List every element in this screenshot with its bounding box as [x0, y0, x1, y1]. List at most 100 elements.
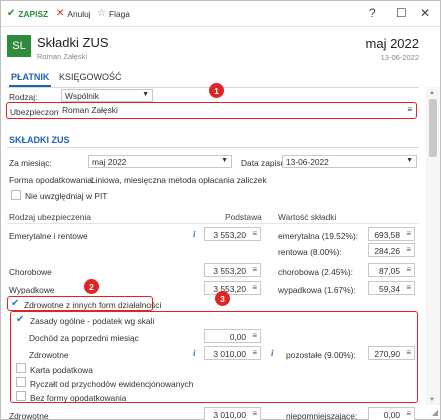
record-date-select[interactable]: 13-06-2022 ▼ — [282, 155, 417, 168]
list-icon: ≡ — [406, 229, 411, 238]
pension-label: Emerytalne i rentowe — [9, 231, 88, 241]
toolbar: ✔ ZAPISZ ✕ Anuluj ☆ Flaga ? ☐ ✕ — [1, 1, 440, 27]
prev-income-input[interactable]: 0,00 ≡ — [204, 329, 261, 343]
wypadkowa-label: wypadkowa (1.67%): — [278, 285, 356, 295]
tab-platnik[interactable]: PŁATNIK — [11, 72, 49, 82]
section-title: SKŁADKI ZUS — [9, 135, 70, 145]
prev-income-value: 0,00 — [229, 332, 246, 342]
header-month: maj 2022 — [365, 36, 419, 51]
other-contribution-label: pozostałe (9.00%): — [286, 350, 356, 360]
health-label: Zdrowotne — [29, 350, 69, 360]
page-subtitle: Roman Załęski — [37, 52, 88, 61]
resize-grip-icon[interactable]: ◢ — [432, 408, 438, 417]
list-icon: ≡ — [406, 409, 411, 418]
type-label: Rodzaj: — [9, 92, 38, 102]
tax-card-label: Karta podatkowa — [30, 365, 93, 375]
annotation-2: 2 — [84, 279, 99, 294]
bottom-health-label: Zdrowotne — [9, 411, 49, 420]
column-contribution: Wartość składki — [278, 212, 337, 222]
header-date: 13-06-2022 — [380, 53, 419, 62]
info-icon[interactable]: i — [193, 229, 196, 239]
info-icon[interactable]: i — [193, 348, 196, 358]
accident-base-input[interactable]: 3 553,20 ≡ — [204, 281, 261, 295]
close-button[interactable]: ✕ — [420, 6, 430, 20]
health-base-input[interactable]: 3 010,00 ≡ — [204, 346, 261, 360]
month-value: maj 2022 — [92, 157, 127, 167]
chevron-down-icon: ▼ — [406, 157, 413, 164]
wypadkowa-input[interactable]: 59,34 ≡ — [368, 281, 415, 295]
non-reducing-value: 0,00 — [383, 410, 400, 420]
emerytalna-value: 693,58 — [374, 230, 400, 240]
sickness-base-value: 3 553,20 — [213, 266, 246, 276]
save-label: ZAPISZ — [18, 9, 49, 19]
pension-base-value: 3 553,20 — [213, 230, 246, 240]
tax-card-checkbox[interactable] — [16, 363, 26, 373]
no-tax-form-label: Bez formy opodatkowania — [30, 393, 127, 403]
general-rules-checkbox[interactable]: ✔ — [16, 315, 26, 325]
list-icon: ≡ — [252, 229, 257, 238]
section-divider — [7, 147, 419, 148]
bottom-health-base-value: 3 010,00 — [213, 410, 246, 420]
list-icon: ≡ — [406, 348, 411, 357]
exclude-pit-checkbox[interactable] — [11, 190, 21, 200]
lump-sum-checkbox[interactable] — [16, 377, 26, 387]
list-icon: ≡ — [252, 409, 257, 418]
header-divider — [7, 223, 419, 224]
list-icon: ≡ — [406, 245, 411, 254]
check-icon: ✔ — [7, 8, 16, 19]
annotation-1: 1 — [209, 83, 224, 98]
chevron-down-icon: ▼ — [221, 157, 228, 164]
pension-base-input[interactable]: 3 553,20 ≡ — [204, 227, 261, 241]
tax-form-label: Forma opodatkowania: — [9, 175, 95, 185]
chevron-down-icon: ▼ — [142, 91, 149, 98]
flag-button[interactable]: ☆ Flaga — [97, 8, 130, 20]
flag-label: Flaga — [108, 9, 130, 19]
rentowa-input[interactable]: 284,26 ≡ — [368, 243, 415, 257]
list-icon: ≡ — [406, 283, 411, 292]
health-base-value: 3 010,00 — [213, 349, 246, 359]
sickness-base-input[interactable]: 3 553,20 ≡ — [204, 263, 261, 277]
rentowa-label: rentowa (8.00%): — [278, 247, 342, 257]
emerytalna-input[interactable]: 693,58 ≡ — [368, 227, 415, 241]
page-title: Składki ZUS — [37, 35, 109, 50]
health-other-checkbox[interactable]: ✔ — [11, 299, 21, 309]
list-icon: ≡ — [252, 265, 257, 274]
annotation-3: 3 — [215, 291, 230, 306]
maximize-button[interactable]: ☐ — [396, 6, 407, 20]
document-badge: SL — [7, 35, 31, 57]
wypadkowa-value: 59,34 — [379, 284, 400, 294]
exclude-pit-label: Nie uwzględniaj w PIT — [25, 191, 108, 201]
type-select[interactable]: Wspólnik ▼ — [61, 89, 153, 102]
chorobowa-input[interactable]: 87,05 ≡ — [368, 263, 415, 277]
accident-label: Wypadkowe — [9, 285, 55, 295]
other-contribution-input[interactable]: 270,90 ≡ — [368, 346, 415, 360]
highlight-insured — [6, 102, 417, 119]
non-reducing-input[interactable]: 0,00 ≡ — [368, 407, 415, 420]
column-insurance-type: Rodzaj ubezpieczenia — [9, 212, 91, 222]
column-base: Podstawa — [225, 212, 262, 222]
no-tax-form-checkbox[interactable] — [16, 391, 26, 401]
cancel-button[interactable]: ✕ Anuluj — [56, 8, 91, 20]
chorobowa-label: chorobowa (2.45%): — [278, 267, 353, 277]
month-select[interactable]: maj 2022 ▼ — [88, 155, 232, 168]
lump-sum-label: Ryczałt od przychodów ewidencjonowanych — [30, 379, 194, 389]
tax-form-value: Liniowa, miesięczna metoda opłacania zal… — [91, 175, 267, 185]
sickness-label: Chorobowe — [9, 267, 52, 277]
scrollbar-thumb[interactable] — [429, 99, 437, 157]
list-icon: ≡ — [252, 283, 257, 292]
tab-ksiegowosc[interactable]: KSIĘGOWOŚĆ — [59, 72, 122, 82]
save-button[interactable]: ✔ ZAPISZ — [7, 8, 48, 20]
record-date-value: 13-06-2022 — [286, 157, 329, 167]
cancel-label: Anuluj — [67, 9, 91, 19]
month-label: Za miesiąc: — [9, 158, 52, 168]
help-button[interactable]: ? — [369, 6, 376, 20]
bottom-health-base-input[interactable]: 3 010,00 ≡ — [204, 407, 261, 420]
emerytalna-label: emerytalna (19.52%): — [278, 231, 359, 241]
scroll-up-icon[interactable]: ▲ — [429, 90, 435, 96]
star-icon: ☆ — [97, 8, 106, 19]
rentowa-value: 284,26 — [374, 246, 400, 256]
scroll-down-icon[interactable]: ▼ — [429, 397, 435, 403]
close-x-icon: ✕ — [56, 8, 65, 19]
non-reducing-label: niepomniejszające: — [286, 411, 358, 420]
info-icon[interactable]: i — [271, 348, 274, 358]
